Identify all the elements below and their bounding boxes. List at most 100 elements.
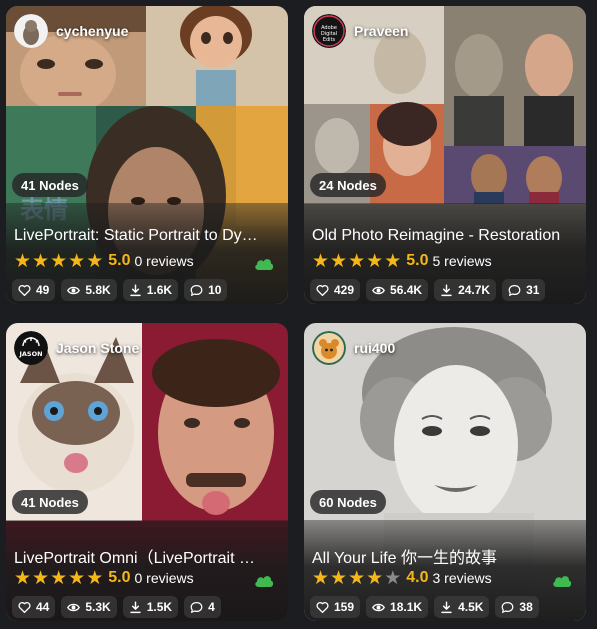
likes-stat[interactable]: 159 bbox=[310, 596, 361, 618]
rating: ★ ★ ★ ★ ★ 5.0 5 reviews bbox=[312, 250, 492, 272]
author-name: cychenyue bbox=[56, 23, 129, 39]
review-count[interactable]: 5 reviews bbox=[432, 253, 491, 269]
eye-icon bbox=[372, 286, 385, 294]
comment-icon bbox=[190, 284, 203, 296]
comment-icon bbox=[190, 601, 203, 613]
star-icon: ★ bbox=[348, 250, 366, 272]
author[interactable]: JASON Jason Stone bbox=[14, 331, 139, 365]
downloads-count: 4.5K bbox=[458, 600, 484, 614]
workflow-card[interactable]: Adobe Digital Edits Praveen 24 Nodes Old… bbox=[304, 6, 586, 304]
views-count: 5.3K bbox=[85, 600, 111, 614]
svg-text:Edits: Edits bbox=[323, 37, 336, 43]
review-count[interactable]: 3 reviews bbox=[432, 570, 491, 586]
star-icon: ★ bbox=[384, 567, 402, 589]
stats-bar: 429 56.4K 24.7K 31 bbox=[310, 279, 546, 301]
star-icon: ★ bbox=[14, 567, 32, 589]
downloads-stat[interactable]: 24.7K bbox=[434, 279, 497, 301]
star-icon: ★ bbox=[366, 250, 384, 272]
downloads-count: 24.7K bbox=[458, 283, 491, 297]
svg-text:JASON: JASON bbox=[18, 350, 42, 358]
avatar bbox=[14, 14, 48, 48]
rating-score: 4.0 bbox=[406, 569, 429, 586]
star-icon: ★ bbox=[312, 250, 330, 272]
likes-stat[interactable]: 429 bbox=[310, 279, 361, 301]
rating-score: 5.0 bbox=[108, 252, 131, 269]
likes-count: 159 bbox=[334, 600, 355, 614]
review-count[interactable]: 0 reviews bbox=[134, 253, 193, 269]
likes-count: 44 bbox=[36, 600, 50, 614]
comments-stat[interactable]: 38 bbox=[495, 596, 539, 618]
workflow-title[interactable]: LivePortrait: Static Portrait to Dy… bbox=[14, 227, 278, 245]
star-icon: ★ bbox=[86, 567, 104, 589]
star-icon: ★ bbox=[366, 567, 384, 589]
heart-icon bbox=[18, 284, 31, 296]
author-name: rui400 bbox=[354, 340, 396, 356]
comments-count: 10 bbox=[208, 283, 222, 297]
avatar: JASON bbox=[14, 331, 48, 365]
downloads-stat[interactable]: 1.6K bbox=[122, 279, 179, 301]
comments-count: 31 bbox=[526, 283, 540, 297]
star-icon: ★ bbox=[14, 250, 32, 272]
workflow-title[interactable]: LivePortrait Omni（LivePortrait … bbox=[14, 544, 278, 568]
stats-bar: 49 5.8K 1.6K 10 bbox=[12, 279, 228, 301]
author[interactable]: Adobe Digital Edits Praveen bbox=[312, 14, 408, 48]
download-icon bbox=[441, 283, 452, 296]
rating: ★ ★ ★ ★ ★ 5.0 0 reviews bbox=[14, 567, 194, 589]
star-icon: ★ bbox=[330, 250, 348, 272]
download-icon bbox=[441, 600, 452, 613]
author-name: Praveen bbox=[354, 23, 409, 39]
comments-stat[interactable]: 10 bbox=[184, 279, 228, 301]
nodes-badge: 24 Nodes bbox=[310, 173, 386, 197]
comments-stat[interactable]: 4 bbox=[184, 596, 221, 618]
heart-icon bbox=[316, 601, 329, 613]
comment-icon bbox=[502, 601, 514, 613]
cloud-icon bbox=[255, 576, 274, 587]
stats-bar: 44 5.3K 1.5K 4 bbox=[12, 596, 221, 618]
downloads-stat[interactable]: 1.5K bbox=[122, 596, 179, 618]
star-icon: ★ bbox=[384, 250, 402, 272]
likes-stat[interactable]: 44 bbox=[12, 596, 56, 618]
downloads-stat[interactable]: 4.5K bbox=[434, 596, 490, 618]
views-count: 18.1K bbox=[390, 600, 423, 614]
download-icon bbox=[130, 600, 141, 613]
author[interactable]: cychenyue bbox=[14, 14, 128, 48]
author[interactable]: rui400 bbox=[312, 331, 395, 365]
card-info: LivePortrait Omni（LivePortrait … ★ ★ ★ ★ ★ 5… bbox=[6, 520, 288, 621]
views-stat: 5.3K bbox=[61, 596, 117, 618]
rating: ★ ★ ★ ★ ★ 5.0 0 reviews bbox=[14, 250, 194, 272]
card-info: LivePortrait: Static Portrait to Dy… ★ ★ ★… bbox=[6, 203, 288, 304]
star-icon: ★ bbox=[86, 250, 104, 272]
downloads-count: 1.6K bbox=[146, 283, 173, 297]
star-icon: ★ bbox=[68, 567, 86, 589]
workflow-card[interactable]: 表情 cychenyue 41 Nodes LivePortrait: Stat… bbox=[6, 6, 288, 304]
heart-icon bbox=[316, 284, 329, 296]
review-count[interactable]: 0 reviews bbox=[134, 570, 193, 586]
downloads-count: 1.5K bbox=[146, 600, 173, 614]
rating-score: 5.0 bbox=[406, 252, 429, 269]
workflow-card[interactable]: rui400 60 Nodes All Your Life 你一生的故事 ★ ★ ★… bbox=[304, 323, 586, 621]
workflow-title[interactable]: All Your Life 你一生的故事 bbox=[312, 544, 576, 568]
likes-count: 429 bbox=[334, 283, 355, 297]
views-stat: 5.8K bbox=[61, 279, 117, 301]
star-icon: ★ bbox=[32, 567, 50, 589]
likes-count: 49 bbox=[36, 283, 50, 297]
rating-score: 5.0 bbox=[108, 569, 131, 586]
card-info: Old Photo Reimagine - Restoration ★ ★ ★ ★ ★ … bbox=[304, 203, 586, 304]
views-stat: 18.1K bbox=[366, 596, 429, 618]
comment-icon bbox=[508, 284, 521, 296]
views-count: 56.4K bbox=[390, 283, 423, 297]
nodes-badge: 41 Nodes bbox=[12, 490, 88, 514]
stats-bar: 159 18.1K 4.5K 38 bbox=[310, 596, 539, 618]
eye-icon bbox=[67, 286, 81, 294]
avatar: Adobe Digital Edits bbox=[312, 14, 346, 48]
rating: ★ ★ ★ ★ ★ 4.0 3 reviews bbox=[312, 567, 492, 589]
workflow-card[interactable]: JASON Jason Stone 41 Nodes LivePortrait … bbox=[6, 323, 288, 621]
workflow-grid: 表情 cychenyue 41 Nodes LivePortrait: Stat… bbox=[0, 0, 597, 629]
comments-stat[interactable]: 31 bbox=[502, 279, 546, 301]
views-count: 5.8K bbox=[85, 283, 111, 297]
workflow-title[interactable]: Old Photo Reimagine - Restoration bbox=[312, 227, 576, 245]
eye-icon bbox=[67, 603, 81, 611]
star-icon: ★ bbox=[330, 567, 348, 589]
likes-stat[interactable]: 49 bbox=[12, 279, 56, 301]
star-icon: ★ bbox=[50, 567, 68, 589]
